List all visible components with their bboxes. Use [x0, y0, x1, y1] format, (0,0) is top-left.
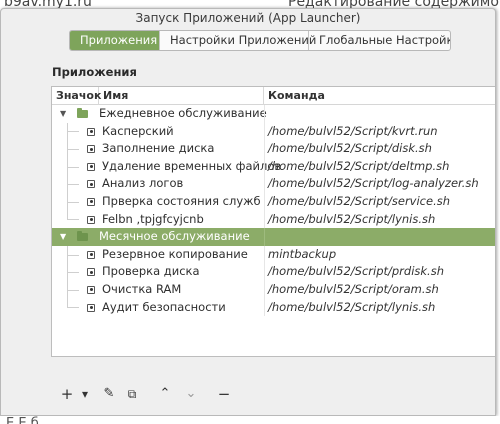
group-name: Месячное обслуживание	[99, 229, 250, 244]
tree-toolbar: + ▾ ✎ ⧉ ⌃ ⌄ −	[57, 386, 233, 402]
applications-tree[interactable]: Значок Имя Команда ▼ Ежедневное обслужив…	[51, 86, 495, 357]
tab-bar: Приложения Настройки Приложений Глобальн…	[69, 30, 451, 51]
group-row-selected[interactable]: ▼ Месячное обслуживание	[52, 228, 495, 246]
app-command: mintbackup	[268, 246, 337, 261]
table-row[interactable]: Проверка диска /home/bulvl52/Script/prdi…	[52, 263, 495, 281]
table-row[interactable]: Касперский /home/bulvl52/Script/kvrt.run	[52, 122, 495, 141]
app-launcher-window: Запуск Приложений (App Launcher) Приложе…	[0, 8, 496, 416]
section-title: Приложения	[52, 65, 137, 79]
application-icon	[87, 303, 95, 312]
table-row[interactable]: Очистка RAM /home/bulvl52/Script/oram.sh	[52, 280, 495, 299]
app-command: /home/bulvl52/Script/oram.sh	[268, 281, 439, 296]
app-command: /home/bulvl52/Script/service.sh	[268, 193, 451, 208]
tab-applications[interactable]: Приложения	[70, 31, 160, 50]
folder-icon	[77, 108, 88, 118]
app-command: /home/bulvl52/Script/deltmp.sh	[268, 158, 450, 173]
tab-application-settings[interactable]: Настройки Приложений	[160, 31, 316, 50]
background-url-text: b9av.my1.ru	[4, 0, 92, 8]
table-row[interactable]: Прверка состояния служб /home/bulvl52/Sc…	[52, 192, 495, 211]
application-icon	[87, 197, 95, 206]
application-icon	[87, 215, 95, 224]
add-button[interactable]: +	[57, 386, 77, 402]
remove-button[interactable]: −	[215, 386, 233, 402]
copy-icon[interactable]: ⧉	[123, 386, 141, 402]
app-name: Касперский	[102, 123, 174, 138]
move-down-icon[interactable]: ⌄	[181, 386, 201, 402]
table-row[interactable]: Анализ логов /home/bulvl52/Script/log-an…	[52, 175, 495, 193]
table-row[interactable]: Felbn ,tpjgfcyjcnb /home/bulvl52/Script/…	[52, 210, 495, 229]
app-name: Резервное копирование	[102, 246, 248, 261]
move-up-icon[interactable]: ⌃	[155, 386, 175, 402]
group-name: Ежедневное обслуживание	[99, 106, 267, 120]
app-command: /home/bulvl52/Script/kvrt.run	[268, 123, 438, 138]
add-dropdown-icon[interactable]: ▾	[77, 386, 93, 402]
expander-arrow-icon[interactable]: ▼	[60, 105, 66, 123]
background-browser-strip: b9av.my1.ru Редактирование содержимого с…	[0, 0, 500, 8]
background-title-text: Редактирование содержимого ст	[288, 0, 500, 8]
background-bottom-strip: Е Е б	[0, 416, 500, 424]
app-name: Felbn ,tpjgfcyjcnb	[102, 211, 204, 226]
window-title: Запуск Приложений (App Launcher)	[135, 11, 361, 25]
app-command: /home/bulvl52/Script/lynis.sh	[268, 299, 436, 314]
app-command: /home/bulvl52/Script/prdisk.sh	[268, 264, 444, 279]
app-command: /home/bulvl52/Script/lynis.sh	[268, 211, 436, 226]
table-header: Значок Имя Команда	[52, 87, 495, 105]
app-name: Удаление временных файлов	[102, 158, 282, 173]
column-header-name[interactable]: Имя	[99, 87, 264, 105]
app-name: Проверка диска	[102, 264, 200, 279]
app-name: Заполнение диска	[102, 141, 215, 156]
table-row[interactable]: Аудит безопасности /home/bulvl52/Script/…	[52, 298, 495, 317]
edit-pencil-icon[interactable]: ✎	[99, 386, 119, 402]
app-name: Прверка состояния служб	[102, 193, 261, 208]
application-icon	[87, 268, 95, 277]
app-name: Очистка RAM	[102, 281, 182, 296]
folder-icon	[77, 231, 88, 242]
application-icon	[87, 162, 95, 171]
app-name: Аудит безопасности	[102, 299, 226, 314]
column-header-command[interactable]: Команда	[264, 87, 495, 105]
table-row[interactable]: Заполнение диска /home/bulvl52/Script/di…	[52, 140, 495, 158]
application-icon	[87, 285, 95, 294]
table-row[interactable]: Удаление временных файлов /home/bulvl52/…	[52, 157, 495, 176]
app-name: Анализ логов	[102, 176, 184, 191]
table-row[interactable]: Резервное копирование mintbackup	[52, 245, 495, 264]
group-row[interactable]: ▼ Ежедневное обслуживание	[52, 105, 495, 123]
application-icon	[87, 127, 95, 136]
column-header-icon[interactable]: Значок	[52, 87, 101, 105]
application-icon	[87, 145, 95, 154]
application-icon	[87, 180, 95, 189]
background-bottom-text: Е Е б	[6, 416, 39, 424]
app-command: /home/bulvl52/Script/disk.sh	[268, 141, 432, 156]
app-command: /home/bulvl52/Script/log-analyzer.sh	[268, 176, 479, 191]
expander-arrow-icon[interactable]: ▼	[60, 228, 66, 246]
application-icon	[87, 250, 95, 259]
tab-global-settings[interactable]: Глобальные Настройки	[309, 31, 450, 50]
